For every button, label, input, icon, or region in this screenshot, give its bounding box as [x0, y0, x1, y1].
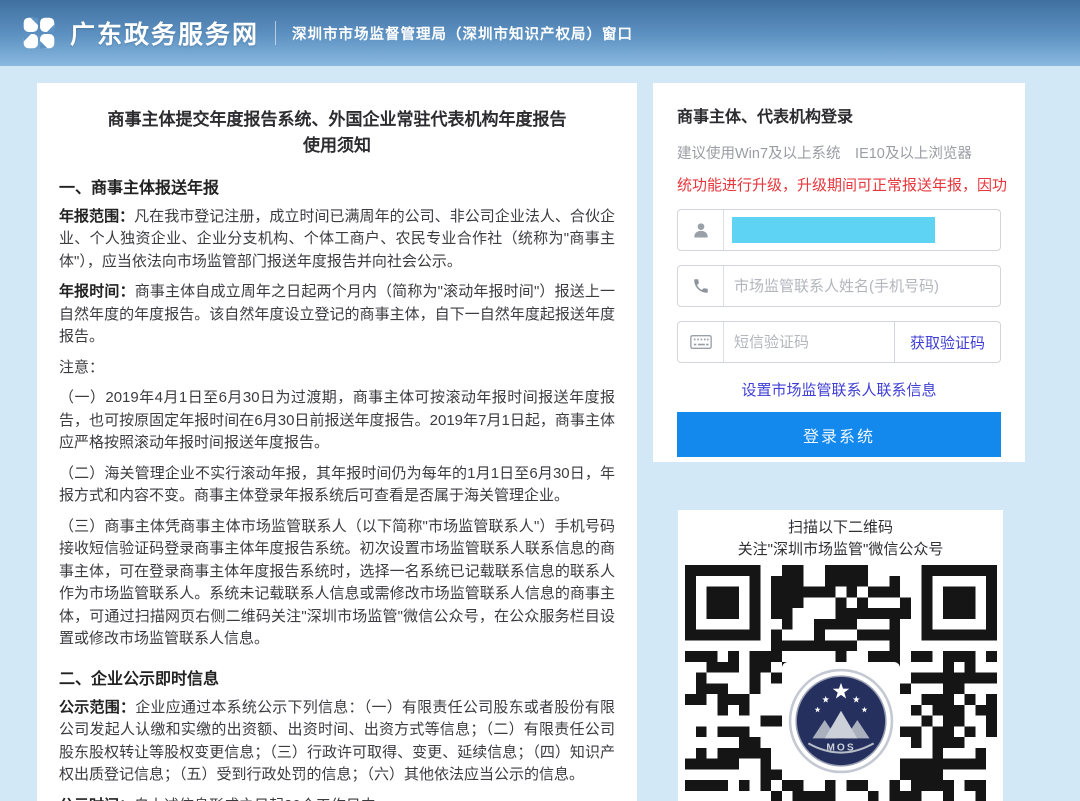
contact-input-row[interactable]	[677, 265, 1001, 307]
qr-caption-line2: 关注"深圳市场监管"微信公众号	[678, 539, 1003, 561]
qr-caption-line1: 扫描以下二维码	[678, 517, 1003, 539]
annual-time-paragraph: 年报时间：商事主体自成立周年之日起两个月内（简称为"滚动年报时间"）报送上一自然…	[59, 281, 615, 349]
qr-code: MOS	[685, 565, 997, 801]
note-item-1: （一）2019年4月1日至6月30日为过渡期，商事主体可按滚动年报时间报送年度报…	[59, 387, 615, 455]
pinwheel-logo-icon	[20, 14, 58, 52]
notice-title-line2: 使用须知	[59, 133, 615, 159]
note-item-2: （二）海关管理企业不实行滚动年报，其年报时间仍为每年的1月1日至6月30日，年报…	[59, 463, 615, 508]
account-field[interactable]	[724, 210, 1000, 250]
department-window-title: 深圳市市场监督管理局（深圳市知识产权局）窗口	[292, 23, 633, 44]
publicity-scope-paragraph: 公示范围：企业应通过本系统公示下列信息：（一）有限责任公司股东或者股份有限公司发…	[59, 697, 615, 787]
publicity-time-paragraph: 公示时间：自上述信息形成之日起20个工作日内。	[59, 795, 615, 801]
browser-requirement-hint: 建议使用Win7及以上系统 IE10及以上浏览器	[677, 142, 1001, 163]
notice-title: 商事主体提交年度报告系统、外国企业常驻代表机构年度报告 使用须知	[59, 107, 615, 160]
user-icon	[678, 210, 724, 250]
contact-name-input[interactable]	[724, 266, 1000, 306]
login-title: 商事主体、代表机构登录	[677, 103, 1001, 127]
annual-scope-text: 凡在我市登记注册，成立时间已满周年的公司、非公司企业法人、合伙企业、个人独资企业…	[59, 208, 615, 270]
note-label: 注意：	[59, 357, 615, 380]
publicity-scope-text: 企业应通过本系统公示下列信息：（一）有限责任公司股东或者股份有限公司发起人认缴和…	[59, 699, 615, 784]
phone-icon	[678, 266, 724, 306]
header-divider	[275, 21, 276, 45]
account-input-row[interactable]	[677, 209, 1001, 251]
keyboard-icon	[678, 322, 724, 362]
sms-code-input-row[interactable]: 获取验证码	[677, 321, 1001, 363]
annual-time-label: 年报时间：	[59, 283, 135, 300]
autofill-highlight	[732, 217, 935, 243]
section1-heading: 一、商事主体报送年报	[59, 174, 615, 198]
site-header: 广东政务服务网 深圳市市场监督管理局（深圳市知识产权局）窗口	[0, 0, 1080, 66]
publicity-scope-label: 公示范围：	[59, 699, 135, 716]
login-button[interactable]: 登录系统	[677, 412, 1001, 457]
login-panel: 商事主体、代表机构登录 建议使用Win7及以上系统 IE10及以上浏览器 统功能…	[653, 83, 1025, 462]
notice-title-line1: 商事主体提交年度报告系统、外国企业常驻代表机构年度报告	[59, 107, 615, 133]
annual-scope-paragraph: 年报范围：凡在我市登记注册，成立时间已满周年的公司、非公司企业法人、合伙企业、个…	[59, 206, 615, 274]
qr-center-badge: MOS	[782, 662, 900, 780]
publicity-time-text: 自上述信息形成之日起20个工作日内。	[134, 797, 391, 801]
annual-scope-label: 年报范围：	[59, 208, 134, 225]
set-contact-info-link[interactable]: 设置市场监管联系人联系信息	[741, 382, 936, 399]
sms-code-input[interactable]	[724, 322, 894, 362]
usage-notice-panel: 商事主体提交年度报告系统、外国企业常驻代表机构年度报告 使用须知 一、商事主体报…	[37, 83, 637, 801]
publicity-time-label: 公示时间：	[59, 797, 134, 801]
section2-heading: 二、企业公示即时信息	[59, 665, 615, 689]
qr-panel: 扫描以下二维码 关注"深圳市场监管"微信公众号 MOS	[678, 510, 1003, 801]
note-item-3: （三）商事主体凭商事主体市场监管联系人（以下简称"市场监管联系人"）手机号码接收…	[59, 516, 615, 651]
annual-time-text: 商事主体自成立周年之日起两个月内（简称为"滚动年报时间"）报送上一自然年度的年度…	[59, 283, 615, 345]
site-title: 广东政务服务网	[70, 15, 259, 51]
mos-badge-icon: MOS	[788, 668, 894, 774]
upgrade-alert-marquee: 统功能进行升级，升级期间可正常报送年报，因功	[677, 174, 1025, 195]
get-verification-code-button[interactable]: 获取验证码	[894, 322, 1000, 362]
